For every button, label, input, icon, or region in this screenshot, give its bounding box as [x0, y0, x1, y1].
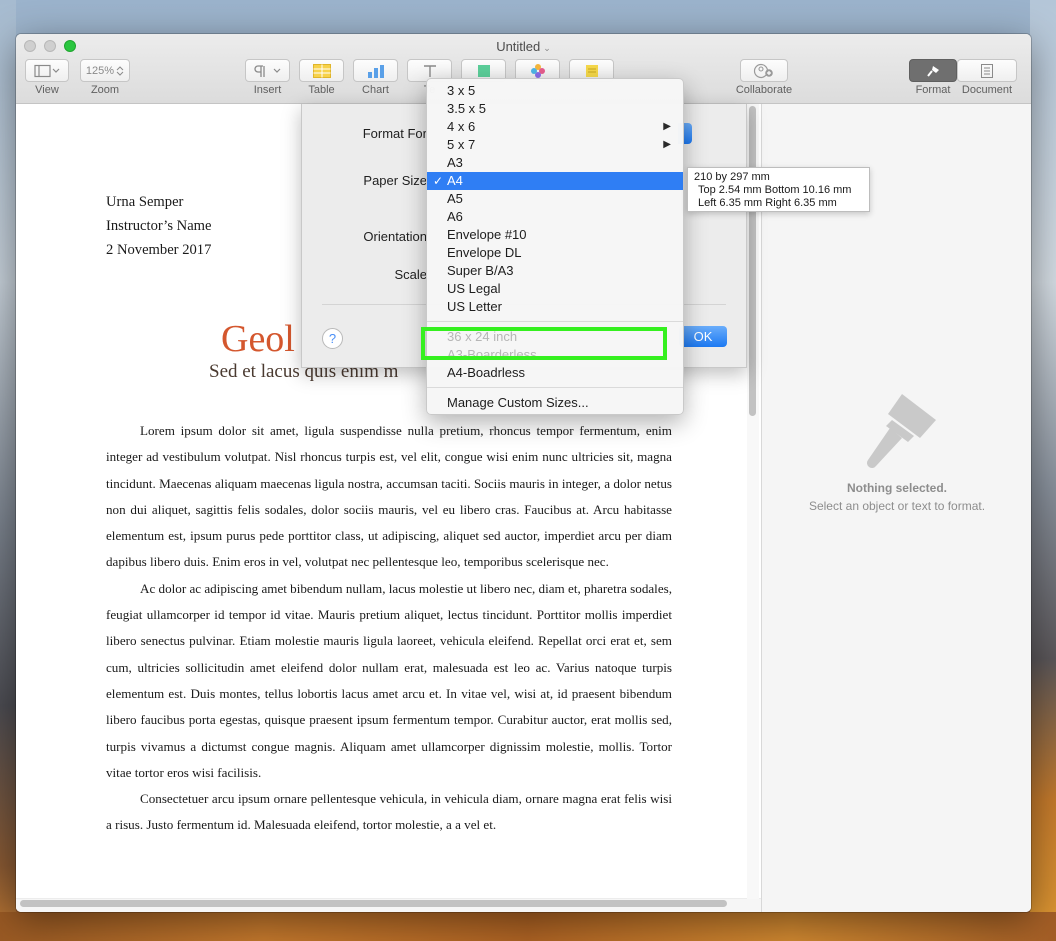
zoom-label: Zoom — [90, 84, 120, 96]
paragraph-2: Ac dolor ac adipiscing amet bibendum nul… — [106, 580, 672, 780]
paper-size-tooltip: 210 by 297 mm Top 2.54 mm Bottom 10.16 m… — [687, 167, 870, 212]
zoom-select[interactable]: 125% — [80, 59, 130, 82]
instructor-line: Instructor’s Name — [106, 218, 212, 234]
menu-item-envelope-dl[interactable]: Envelope DL — [427, 244, 683, 262]
paragraph-3: Consectetuer arcu ipsum ornare pellentes… — [106, 791, 672, 833]
shape-icon — [477, 64, 490, 77]
menu-item-label: US Legal — [447, 281, 501, 296]
menu-item-5x7[interactable]: 5 x 7 ▶ — [427, 136, 683, 154]
paper-size-label: Paper Size — [363, 173, 427, 188]
tooltip-margins-horizontal: Left 6.35 mm Right 6.35 mm — [698, 197, 837, 209]
nothing-selected-title: Nothing selected. — [846, 481, 947, 495]
view-label: View — [35, 84, 59, 96]
add-person-icon — [753, 63, 773, 78]
bar-chart-icon — [367, 64, 384, 78]
menu-item-envelope-10[interactable]: Envelope #10 — [427, 226, 683, 244]
view-button[interactable] — [25, 59, 69, 82]
desktop-left-edge — [0, 0, 16, 941]
insert-button[interactable] — [245, 59, 290, 82]
menu-item-us-letter[interactable]: US Letter — [427, 298, 683, 316]
desktop-bottom-edge — [0, 912, 1056, 941]
table-label: Table — [308, 84, 335, 96]
text-icon — [423, 64, 436, 77]
tooltip-margins-vertical: Top 2.54 mm Bottom 10.16 mm — [698, 184, 852, 196]
menu-item-3x5[interactable]: 3 x 5 — [427, 82, 683, 100]
menu-item-manage-custom-sizes[interactable]: Manage Custom Sizes... — [427, 394, 683, 412]
window-title[interactable]: Untitled ⌄ — [16, 39, 1031, 54]
format-sidebar: Nothing selected. Select an object or te… — [761, 104, 1031, 912]
menu-item-us-legal[interactable]: US Legal — [427, 280, 683, 298]
menu-item-a4[interactable]: ✓ A4 — [427, 172, 683, 190]
menu-separator — [427, 321, 683, 322]
menu-item-label: A5 — [447, 191, 463, 206]
author-line: Urna Semper — [106, 194, 184, 210]
nothing-selected-hint: Select an object or text to format. — [808, 499, 986, 513]
document-label: Document — [961, 84, 1013, 96]
menu-separator — [427, 387, 683, 388]
menu-item-label: US Letter — [447, 299, 502, 314]
menu-item-label: 5 x 7 — [447, 137, 476, 152]
comment-icon — [585, 64, 598, 77]
window-title-text: Untitled — [496, 39, 541, 54]
submenu-arrow-icon: ▶ — [663, 121, 671, 132]
help-button[interactable]: ? — [322, 328, 343, 349]
collaborate-button[interactable] — [740, 59, 788, 82]
chevron-down-icon: ⌄ — [543, 43, 551, 53]
photos-icon — [530, 63, 545, 78]
submenu-arrow-icon: ▶ — [663, 139, 671, 150]
menu-item-a4-borderless[interactable]: A4-Boadrless — [427, 364, 683, 382]
menu-item-a3[interactable]: A3 — [427, 154, 683, 172]
zoom-value: 125% — [85, 64, 115, 77]
tooltip-dimensions: 210 by 297 mm — [694, 171, 770, 183]
insert-label: Insert — [253, 84, 282, 96]
body-text: Lorem ipsum dolor sit amet, ligula suspe… — [106, 418, 672, 839]
menu-item-label: 3 x 5 — [447, 83, 476, 98]
table-icon — [312, 63, 331, 78]
paintbrush-icon — [927, 65, 939, 77]
date-line: 2 November 2017 — [106, 242, 212, 258]
menu-item-label: Envelope #10 — [447, 227, 527, 242]
menu-item-a6[interactable]: A6 — [427, 208, 683, 226]
format-for-label: Format For — [362, 126, 427, 141]
menu-item-super-b-a3[interactable]: Super B/A3 — [427, 262, 683, 280]
desktop-right-edge — [1030, 0, 1056, 941]
orientation-label: Orientation — [363, 229, 427, 244]
menu-item-label: Manage Custom Sizes... — [447, 395, 589, 410]
collaborate-label: Collaborate — [735, 84, 793, 96]
highlight-annotation — [421, 327, 667, 360]
chart-label: Chart — [362, 84, 389, 96]
paper-size-menu[interactable]: 3 x 5 3.5 x 5 4 x 6 ▶ 5 x 7 ▶ A3 ✓ A4 A5 A6… — [426, 78, 684, 415]
paragraph-1: Lorem ipsum dolor sit amet, ligula suspe… — [106, 423, 672, 570]
menu-item-3-5x5[interactable]: 3.5 x 5 — [427, 100, 683, 118]
horizontal-scroll-thumb[interactable] — [20, 900, 727, 907]
format-button[interactable] — [909, 59, 957, 82]
menu-item-label: Super B/A3 — [447, 263, 514, 278]
checkmark-icon: ✓ — [433, 174, 444, 188]
menu-item-label: 3.5 x 5 — [447, 101, 487, 116]
menu-item-a5[interactable]: A5 — [427, 190, 683, 208]
chevron-updown-icon — [116, 65, 124, 76]
vertical-scroll-thumb[interactable] — [749, 106, 756, 416]
menu-item-4x6[interactable]: 4 x 6 ▶ — [427, 118, 683, 136]
scale-label: Scale — [394, 267, 427, 282]
document-title: Geol — [221, 318, 295, 360]
menu-item-label: Envelope DL — [447, 245, 522, 260]
document-button[interactable] — [957, 59, 1017, 82]
document-icon — [981, 63, 993, 78]
format-label: Format — [915, 84, 951, 96]
sidebar-view-icon — [34, 64, 60, 77]
menu-item-label: A6 — [447, 209, 463, 224]
pilcrow-icon — [253, 64, 280, 77]
ok-button[interactable]: OK — [679, 326, 727, 347]
chart-button[interactable] — [353, 59, 398, 82]
menu-item-label: A4 — [447, 173, 463, 188]
table-button[interactable] — [299, 59, 344, 82]
menu-item-label: A3 — [447, 155, 463, 170]
menu-item-label: A4-Boadrless — [447, 365, 526, 380]
paintbrush-icon — [867, 394, 936, 468]
menu-item-label: 4 x 6 — [447, 119, 476, 134]
